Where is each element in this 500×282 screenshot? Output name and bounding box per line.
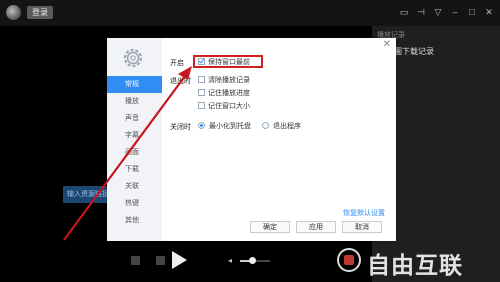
settings-dialog: 常规 播放 声音 字幕 画面 下载 关联 热键 其他 ✕ 开启 保持窗口最前 退出时 清除播放记… [107,38,396,241]
remember-size-label: 记住窗口大小 [208,103,250,110]
playback-controls: ◂ [0,245,372,277]
download-record-link[interactable]: 圖下载记录 [394,46,434,57]
play-icon[interactable] [172,251,187,269]
minimize-tray-label: 最小化到托盘 [209,123,251,130]
watermark-logo [337,248,361,272]
volume-icon[interactable]: ◂ [228,257,232,265]
cancel-button[interactable]: 取消 [342,221,382,233]
remember-size-option[interactable]: 记住窗口大小 [198,102,250,111]
pin-icon[interactable]: ⊣ [416,6,426,18]
watermark: 自由互联 [337,246,497,279]
startup-label: 开启 [170,60,184,67]
minimize-tray-radio[interactable] [198,122,205,129]
stop-icon[interactable] [131,256,140,265]
apply-button[interactable]: 应用 [296,221,336,233]
close-icon[interactable]: ✕ [484,6,494,18]
clear-history-checkbox[interactable] [198,76,205,83]
ok-button[interactable]: 确定 [250,221,290,233]
settings-sidebar: 常规 播放 声音 字幕 画面 下载 关联 热键 其他 [107,38,162,241]
settings-nav-item[interactable]: 其他 [107,212,162,229]
settings-nav-item[interactable]: 关联 [107,178,162,195]
exit-program-label: 退出程序 [273,123,301,130]
remember-progress-option[interactable]: 记住播放进度 [198,89,250,98]
window-controls: ▭ ⊣ ▽ – □ ✕ [399,6,494,18]
settings-nav-item[interactable]: 下载 [107,161,162,178]
title-bar: 登录 ▭ ⊣ ▽ – □ ✕ [0,0,500,26]
close-section-label: 关闭时 [170,124,191,131]
remember-size-checkbox[interactable] [198,102,205,109]
remember-progress-label: 记住播放进度 [208,90,250,97]
clear-history-label: 清除播放记录 [208,77,250,84]
minimize-icon[interactable]: – [450,6,460,18]
folder-icon[interactable]: ▭ [399,6,409,18]
settings-nav: 常规 播放 声音 字幕 画面 下载 关联 热键 其他 [107,76,162,229]
highlight-box [193,55,263,68]
restore-icon[interactable]: □ [467,6,477,18]
exit-program-option[interactable]: 退出程序 [262,122,301,131]
settings-nav-item[interactable]: 常规 [107,76,162,93]
settings-nav-item[interactable]: 声音 [107,110,162,127]
settings-nav-item[interactable]: 播放 [107,93,162,110]
volume-knob[interactable] [249,257,256,264]
exit-program-radio[interactable] [262,122,269,129]
app-logo [6,5,21,20]
resource-link-input[interactable]: 输入资源链接 [63,186,108,203]
watermark-text: 自由互联 [367,253,463,279]
dialog-close-icon[interactable]: ✕ [383,40,391,50]
volume-slider[interactable] [240,257,270,264]
remember-progress-checkbox[interactable] [198,89,205,96]
clear-history-option[interactable]: 清除播放记录 [198,76,250,85]
next-icon[interactable] [156,256,165,265]
minimize-tray-option[interactable]: 最小化到托盘 [198,122,251,131]
login-button[interactable]: 登录 [27,6,53,19]
exit-section-label: 退出时 [170,78,191,85]
reset-defaults-link[interactable]: 恢复默认设置 [343,208,385,218]
menu-icon[interactable]: ▽ [433,6,443,18]
gear-icon [123,48,143,68]
settings-nav-item[interactable]: 热键 [107,195,162,212]
settings-nav-item[interactable]: 画面 [107,144,162,161]
settings-nav-item[interactable]: 字幕 [107,127,162,144]
